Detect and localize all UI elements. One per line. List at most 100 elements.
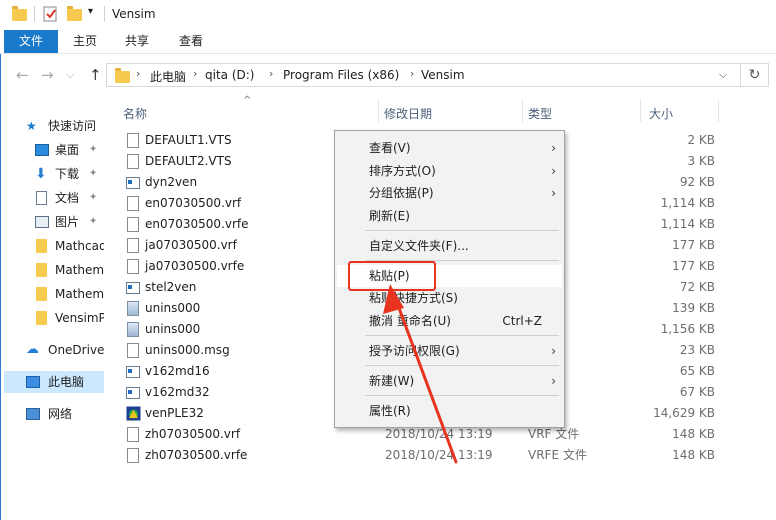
nav-downloads[interactable]: ⬇ 下载 ✦: [0, 163, 104, 185]
menu-separator: [365, 395, 559, 396]
breadcrumb-this-pc[interactable]: 此电脑: [150, 68, 186, 85]
nav-label: 文档: [55, 191, 80, 205]
file-name: stel2ven: [145, 280, 197, 294]
column-size[interactable]: 大小: [649, 105, 673, 122]
file-icon: [127, 133, 139, 148]
file-size: 3 KB: [687, 154, 715, 168]
star-icon: ★: [26, 119, 37, 133]
file-name: unins000: [145, 322, 201, 336]
file-name: venPLE32: [145, 406, 204, 420]
file-date: 2018/10/24 13:19: [385, 448, 493, 462]
navigation-pane: ★ 快速访问 桌面 ✦ ⬇ 下载 ✦ 文档 ✦ 图片 ✦ Mathcad Mat…: [0, 96, 104, 520]
forward-button[interactable]: →: [41, 66, 54, 84]
breadcrumb-vensim[interactable]: Vensim: [421, 68, 465, 82]
application-icon: [126, 366, 140, 378]
nav-desktop[interactable]: 桌面 ✦: [0, 139, 104, 161]
up-button[interactable]: ↑: [89, 66, 102, 84]
file-icon: [127, 427, 139, 442]
menu-item-label: 授予访问权限(G): [369, 343, 460, 358]
nav-onedrive[interactable]: ☁ OneDrive: [0, 339, 104, 361]
submenu-arrow-icon: ›: [551, 163, 556, 178]
nav-folder-mathematica-1[interactable]: Mathem: [0, 259, 104, 281]
file-type: VRFE 文件: [528, 448, 587, 462]
nav-documents[interactable]: 文档 ✦: [0, 187, 104, 209]
nav-folder-mathematica-2[interactable]: Mathem: [0, 283, 104, 305]
column-divider[interactable]: [378, 100, 379, 122]
address-bar[interactable]: › 此电脑 › qita (D:) › Program Files (x86) …: [106, 63, 741, 87]
menu-item[interactable]: 新建(W) ›: [337, 370, 562, 392]
pin-icon[interactable]: ✦: [89, 139, 97, 161]
submenu-arrow-icon: ›: [551, 186, 556, 200]
menu-item[interactable]: 查看(V) ›: [337, 137, 562, 159]
submenu-arrow-icon: ›: [551, 141, 556, 155]
column-header: ^ 名称 修改日期 类型 大小: [104, 95, 776, 126]
nav-network[interactable]: 网络: [0, 403, 104, 425]
nav-label: 下载: [55, 167, 80, 181]
column-divider[interactable]: [718, 100, 719, 122]
column-divider[interactable]: [640, 100, 641, 122]
pin-icon[interactable]: ✦: [89, 211, 97, 233]
application-icon: [126, 387, 140, 399]
refresh-button[interactable]: ↻: [741, 63, 769, 87]
breadcrumb-separator[interactable]: ›: [269, 67, 273, 80]
tab-view[interactable]: 查看: [168, 30, 214, 53]
window-border: [0, 54, 1, 520]
nav-folder-mathcad[interactable]: Mathcad: [0, 235, 104, 257]
nav-pictures[interactable]: 图片 ✦: [0, 211, 104, 233]
menu-item[interactable]: 授予访问权限(G) ›: [337, 340, 562, 362]
breadcrumb-separator[interactable]: ›: [193, 67, 197, 80]
folder-icon[interactable]: [12, 6, 27, 21]
file-name: zh07030500.vrfe: [145, 448, 248, 462]
menu-item[interactable]: 属性(R): [337, 400, 562, 422]
breadcrumb-separator[interactable]: ›: [410, 67, 414, 80]
new-folder-icon[interactable]: [67, 6, 82, 21]
recent-locations-button[interactable]: ⌵: [66, 68, 74, 82]
menu-item[interactable]: 撤消 重命名(U) Ctrl+Z: [337, 310, 562, 332]
column-date[interactable]: 修改日期: [384, 105, 432, 122]
application-icon: [126, 177, 140, 189]
file-size: 67 KB: [679, 385, 715, 399]
quick-access-dropdown[interactable]: ▾: [88, 6, 93, 17]
file-icon: [127, 217, 139, 232]
download-icon: ⬇: [35, 166, 47, 182]
file-row[interactable]: zh07030500.vrfe 2018/10/24 13:19 VRFE 文件 14…: [104, 445, 776, 466]
file-size: 1,156 KB: [660, 322, 715, 336]
menu-item[interactable]: 自定义文件夹(F)...: [337, 235, 562, 257]
tab-file[interactable]: 文件: [4, 30, 58, 53]
column-type[interactable]: 类型: [528, 105, 552, 122]
submenu-arrow-icon: ›: [551, 343, 556, 358]
file-icon: [127, 343, 139, 358]
nav-folder-vensimple[interactable]: VensimP: [0, 307, 104, 329]
network-icon: [26, 408, 40, 420]
column-divider[interactable]: [522, 100, 523, 122]
nav-this-pc[interactable]: 此电脑: [4, 371, 104, 393]
nav-label: 此电脑: [48, 375, 85, 389]
file-size: 92 KB: [679, 175, 715, 189]
properties-icon[interactable]: [43, 5, 59, 23]
breadcrumb-drive[interactable]: qita (D:): [205, 68, 254, 82]
window-title: Vensim: [112, 7, 156, 21]
nav-quick-access[interactable]: ★ 快速访问: [0, 115, 104, 137]
tab-share[interactable]: 共享: [114, 30, 160, 53]
pin-icon[interactable]: ✦: [89, 163, 97, 185]
menu-item[interactable]: 分组依据(P) ›: [337, 182, 562, 204]
file-name: v162md32: [145, 385, 210, 399]
nav-label: 图片: [55, 215, 80, 229]
file-icon: [127, 238, 139, 253]
breadcrumb-program-files[interactable]: Program Files (x86): [283, 68, 399, 82]
address-dropdown-icon[interactable]: ⌵: [719, 68, 727, 82]
menu-separator: [365, 335, 559, 336]
file-size: 177 KB: [672, 259, 715, 273]
menu-item-label: 撤消 重命名(U): [369, 313, 451, 328]
nav-label: Mathem: [55, 287, 104, 301]
back-button[interactable]: ←: [16, 66, 29, 84]
picture-icon: [35, 216, 49, 228]
pin-icon[interactable]: ✦: [89, 187, 97, 209]
menu-item[interactable]: 刷新(E): [337, 205, 562, 227]
file-name: ja07030500.vrf: [145, 238, 237, 252]
column-name[interactable]: 名称: [123, 105, 147, 122]
breadcrumb-separator[interactable]: ›: [136, 67, 140, 80]
menu-item-label: 排序方式(O): [369, 163, 436, 178]
tab-home[interactable]: 主页: [62, 30, 108, 53]
menu-item[interactable]: 排序方式(O) ›: [337, 160, 562, 182]
